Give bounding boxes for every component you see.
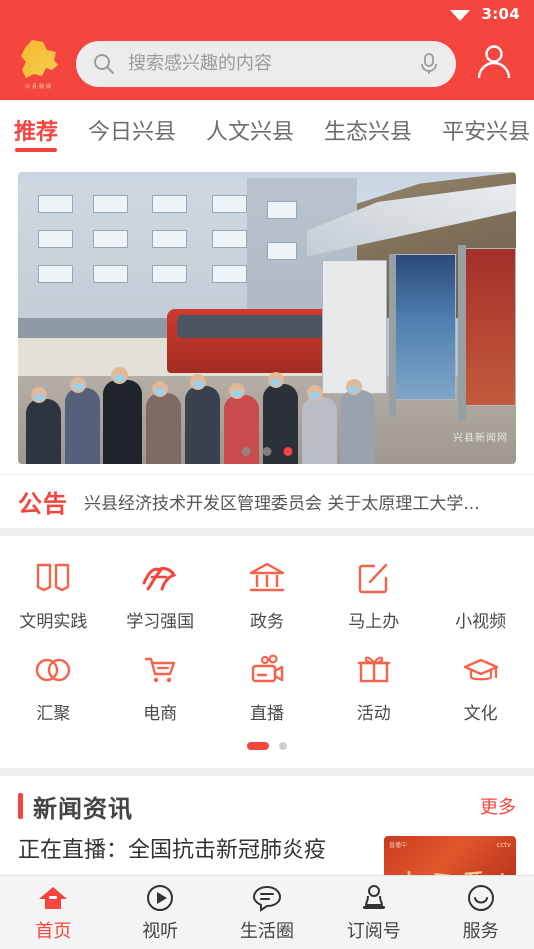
xuexi-calligraphy-icon — [140, 558, 180, 598]
grid-page-dot-active[interactable] — [247, 742, 269, 750]
carousel-dot[interactable] — [241, 447, 251, 456]
tab-pingan-xingxian[interactable]: 平安兴县 — [442, 100, 530, 160]
carousel-section: 兴县新闻网 — [0, 160, 534, 474]
nav-item-fuwu[interactable]: 服务 — [427, 883, 534, 943]
grid-item-xuexi-qiangguo[interactable]: 学习强国 — [107, 552, 214, 644]
carousel-dot[interactable] — [262, 447, 272, 456]
bottom-navigation[interactable]: 首页 视听 生活圈 订阅号 服务 — [0, 875, 534, 949]
app-logo[interactable]: 兴县融媒 — [12, 36, 66, 92]
nav-item-shenghuoquan[interactable]: 生活圈 — [214, 883, 321, 943]
chat-bubble-icon — [252, 883, 282, 913]
grid-row-2: 汇聚 电商 直播 活动 文化 — [0, 644, 534, 736]
grid-item-huodong[interactable]: 活动 — [320, 644, 427, 736]
nav-label: 生活圈 — [239, 920, 294, 942]
search-icon — [92, 52, 116, 76]
nav-item-home[interactable]: 首页 — [0, 883, 107, 943]
thumbnail-corner-label: 直播中 — [389, 842, 408, 849]
carousel-dot-active[interactable] — [283, 447, 293, 456]
grid-item-label: 直播 — [249, 704, 284, 724]
graduation-cap-icon — [462, 650, 500, 690]
grid-item-label: 学习强国 — [126, 612, 195, 632]
logo-caption: 兴县融媒 — [24, 84, 53, 90]
nav-label: 首页 — [35, 920, 72, 942]
grid-item-label: 活动 — [356, 704, 391, 724]
shortcut-grid: 文明实践 学习强国 政务 马上办 小视频 汇聚 电商 直播 活动 文化 — [0, 536, 534, 768]
profile-button[interactable] — [466, 41, 522, 87]
news-title-group: 新闻资讯 — [18, 789, 133, 824]
tab-tuijian[interactable]: 推荐 — [14, 100, 58, 160]
grid-item-dianshang[interactable]: 电商 — [107, 644, 214, 736]
carousel-watermark: 兴县新闻网 — [453, 429, 508, 444]
stamp-icon — [360, 883, 388, 913]
news-section-title: 新闻资讯 — [33, 794, 133, 823]
nav-item-dingyuehao[interactable]: 订阅号 — [320, 883, 427, 943]
grid-item-label: 文化 — [463, 704, 498, 724]
grid-item-label: 汇聚 — [36, 704, 71, 724]
grid-item-mashangban[interactable]: 马上办 — [320, 552, 427, 644]
news-item-title[interactable]: 正在直播：全国抗击新冠肺炎疫 — [18, 836, 370, 865]
tab-renwen-xingxian[interactable]: 人文兴县 — [206, 100, 294, 160]
tab-label: 生态兴县 — [324, 120, 413, 145]
grid-item-zhibo[interactable]: 直播 — [214, 644, 321, 736]
microphone-icon[interactable] — [418, 52, 440, 76]
app-root: 3:04 兴县融媒 搜索感兴趣的内容 推荐 今日兴县 人文兴县 生态兴县 平安兴… — [0, 0, 534, 949]
grid-item-label: 文明实践 — [19, 612, 88, 632]
status-bar-clock: 3:04 — [481, 5, 520, 23]
play-circle-icon — [146, 883, 174, 913]
grid-item-huiju[interactable]: 汇聚 — [0, 644, 107, 736]
cctv-logo: cctv — [496, 841, 511, 849]
grid-item-zhengwu[interactable]: 政务 — [214, 552, 321, 644]
wifi-icon — [449, 6, 471, 22]
watermark-text: 兴县新闻网 — [453, 433, 508, 444]
search-bar[interactable]: 搜索感兴趣的内容 — [76, 41, 456, 87]
gift-icon — [357, 650, 391, 690]
tab-jinri-xingxian[interactable]: 今日兴县 — [88, 100, 176, 160]
user-avatar-icon — [473, 41, 515, 87]
video-camera-icon — [248, 650, 286, 690]
nav-item-shiting[interactable]: 视听 — [107, 883, 214, 943]
grid-item-label: 电商 — [143, 704, 178, 724]
status-bar: 3:04 — [0, 0, 534, 28]
announcement-text[interactable]: 兴县经济技术开发区管理委员会 关于太原理工大学... — [84, 489, 516, 514]
news-section: 新闻资讯 更多 正在直播：全国抗击新冠肺炎疫 直播中 cctv 人 民 至 上 — [0, 776, 534, 888]
carousel[interactable]: 兴县新闻网 — [18, 172, 516, 464]
news-section-header: 新闻资讯 更多 — [18, 776, 516, 836]
nav-label: 视听 — [142, 920, 179, 942]
search-input[interactable]: 搜索感兴趣的内容 — [128, 55, 406, 73]
announcement-bar[interactable]: 公告 兴县经济技术开发区管理委员会 关于太原理工大学... — [0, 474, 534, 528]
grid-pagination[interactable] — [0, 736, 534, 764]
tab-label: 人文兴县 — [206, 120, 295, 145]
grid-item-label: 政务 — [249, 612, 284, 632]
carousel-dots[interactable] — [241, 447, 293, 456]
grid-item-wenming-shijian[interactable]: 文明实践 — [0, 552, 107, 644]
home-icon — [38, 883, 68, 913]
tab-label: 今日兴县 — [88, 120, 177, 145]
nav-label: 服务 — [462, 920, 499, 942]
tab-shengtai-xingxian[interactable]: 生态兴县 — [324, 100, 412, 160]
grid-item-wenhua[interactable]: 文化 — [427, 644, 534, 736]
two-circles-icon — [33, 650, 73, 690]
nav-label: 订阅号 — [346, 920, 401, 942]
tab-label: 推荐 — [14, 120, 59, 145]
category-tabs[interactable]: 推荐 今日兴县 人文兴县 生态兴县 平安兴县 — [0, 100, 534, 160]
news-accent-bar — [18, 793, 23, 819]
shopping-cart-icon — [142, 650, 178, 690]
grid-item-label: 小视频 — [455, 612, 507, 632]
government-building-icon — [248, 558, 286, 598]
grid-page-dot[interactable] — [279, 742, 287, 750]
grid-row-1: 文明实践 学习强国 政务 马上办 小视频 — [0, 552, 534, 644]
app-header: 兴县融媒 搜索感兴趣的内容 — [0, 28, 534, 100]
open-book-icon — [35, 558, 71, 598]
smiley-circle-icon — [467, 883, 495, 913]
edit-square-icon — [357, 558, 391, 598]
tab-label: 平安兴县 — [442, 120, 531, 145]
grid-item-xiaoshipin[interactable]: 小视频 — [427, 552, 534, 644]
news-more-link[interactable]: 更多 — [480, 793, 516, 819]
grid-item-label: 马上办 — [348, 612, 400, 632]
carousel-image[interactable] — [18, 172, 516, 464]
announcement-badge: 公告 — [18, 490, 68, 518]
